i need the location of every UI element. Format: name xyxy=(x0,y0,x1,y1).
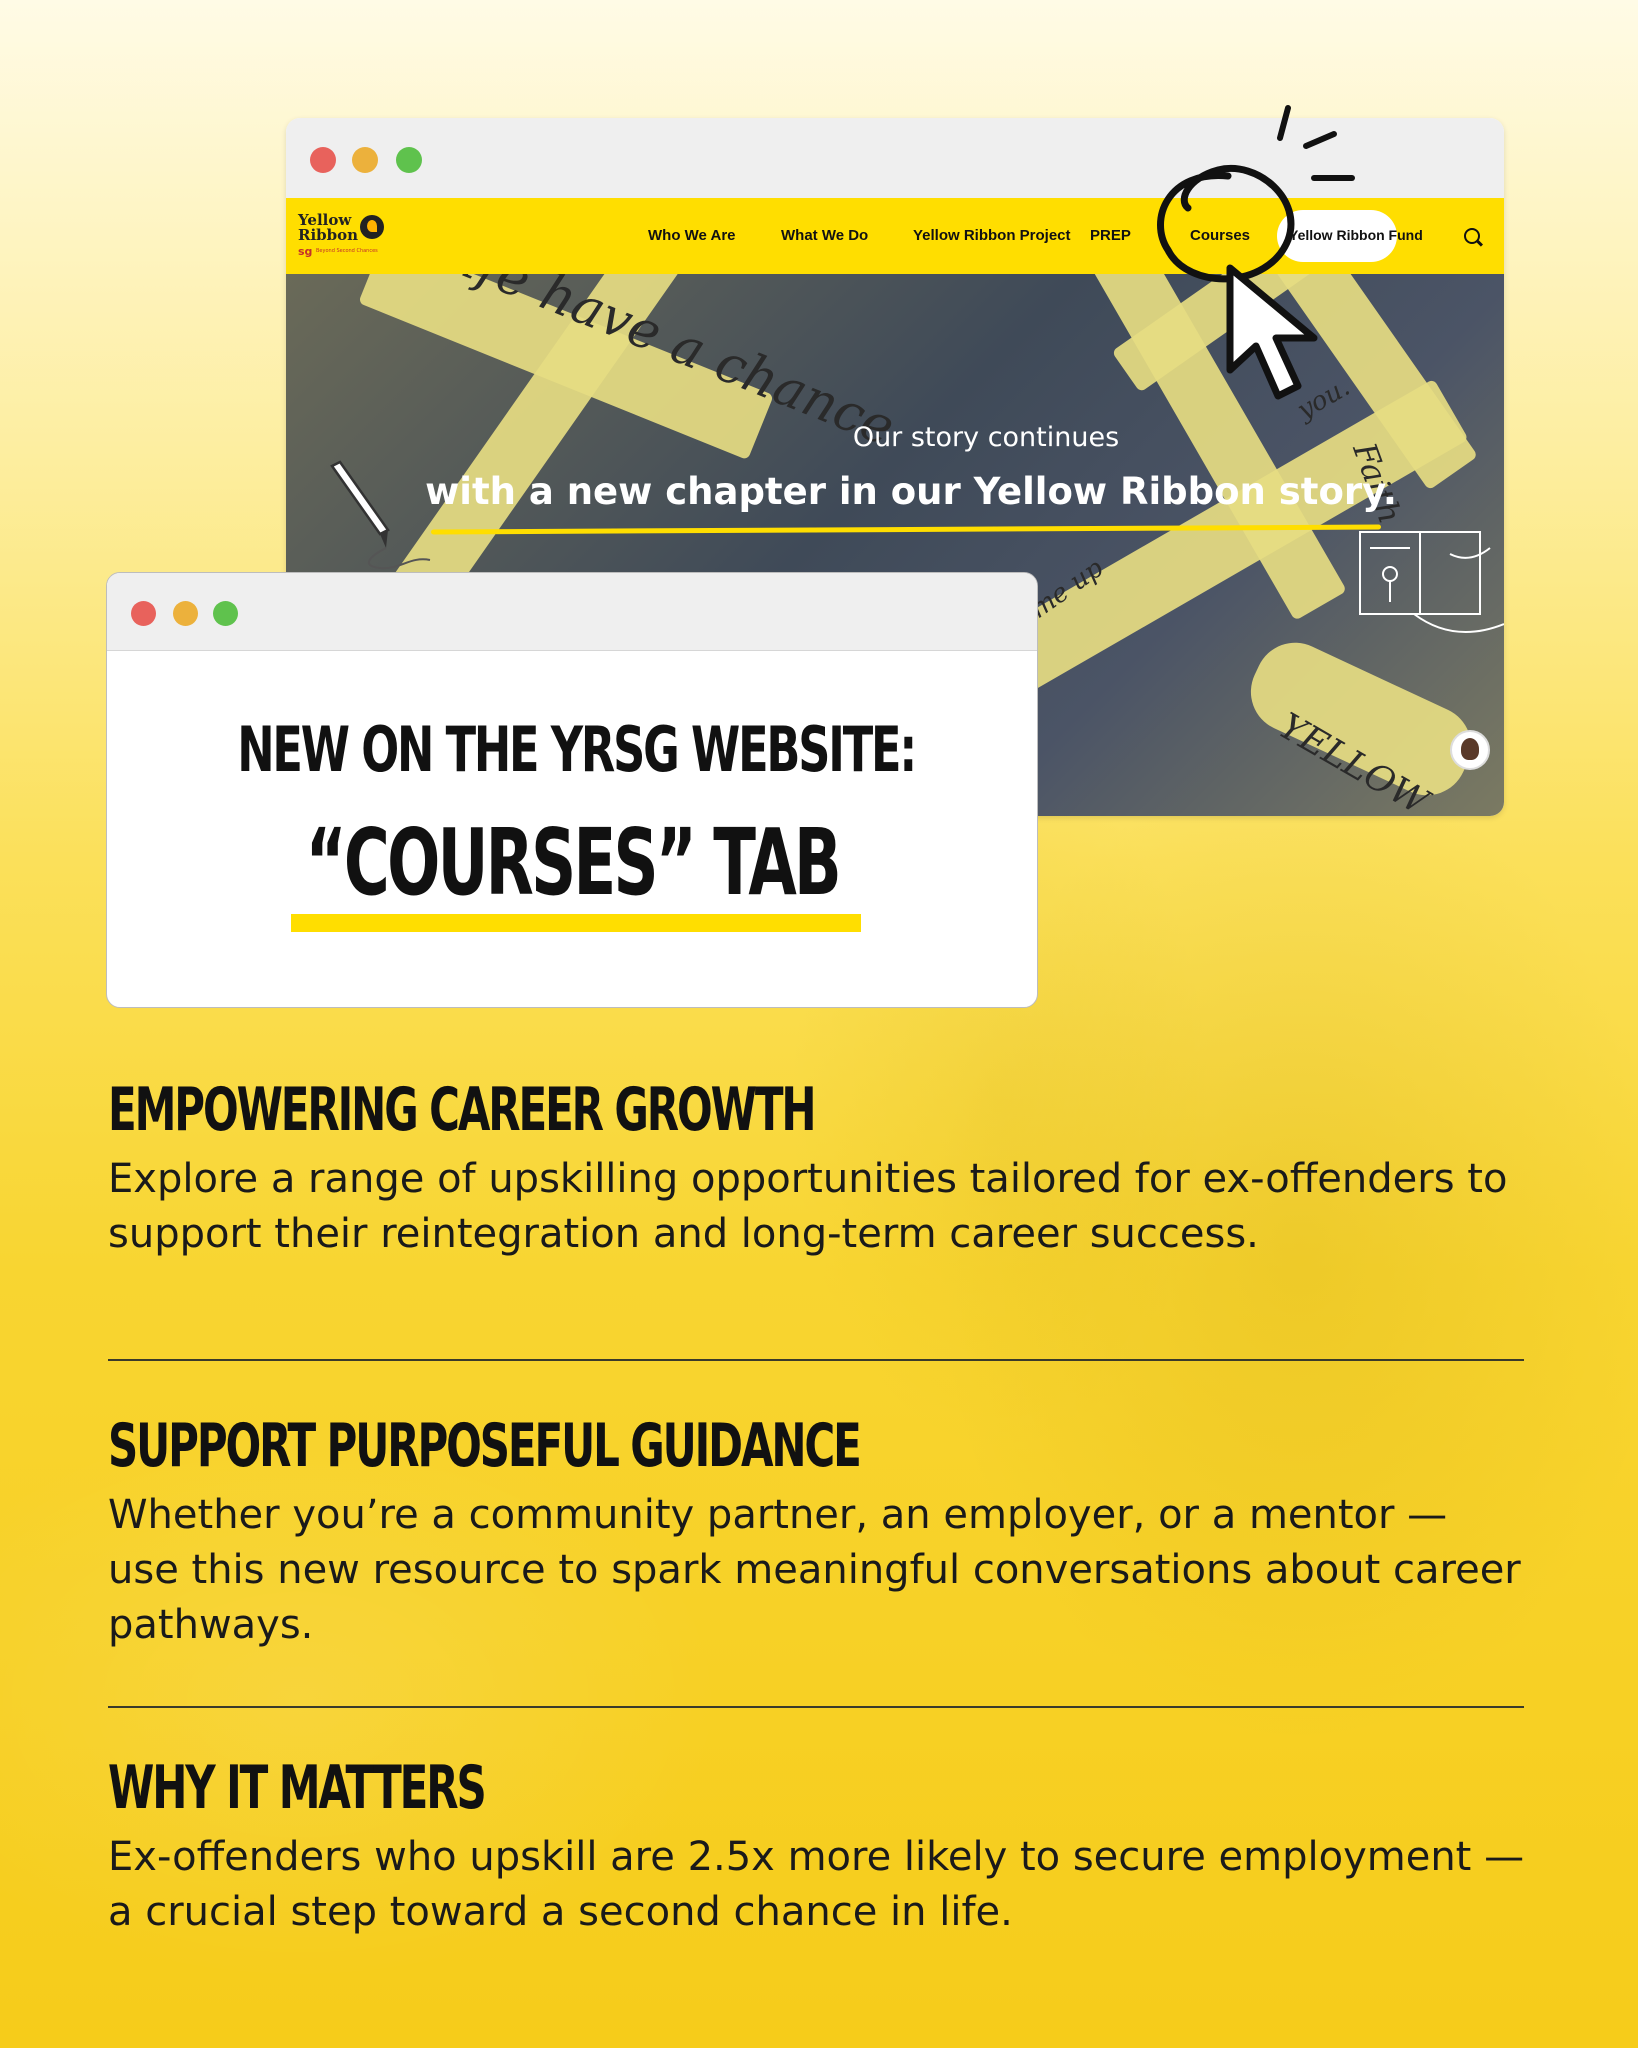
nav-courses[interactable]: Courses xyxy=(1190,227,1250,244)
announcement-heading: NEW ON THE YRSG WEBSITE: xyxy=(237,713,917,786)
nav-prep[interactable]: PREP xyxy=(1090,227,1131,244)
logo-line2: Ribbon xyxy=(298,226,359,244)
logo-wordmark: Yellow Ribbon xyxy=(298,213,358,243)
section-divider xyxy=(108,1359,1524,1361)
announcement-subheading: “COURSES” TAB xyxy=(305,809,841,916)
announcement-titlebar xyxy=(107,573,1037,651)
section-purposeful-guidance: SUPPORT PURPOSEFUL GUIDANCE Whether you’… xyxy=(108,1410,1528,1653)
logo-sg: sg xyxy=(298,245,313,258)
search-icon[interactable] xyxy=(1464,228,1480,244)
hero-headline: with a new chapter in our Yellow Ribbon … xyxy=(425,470,1397,513)
section-title: SUPPORT PURPOSEFUL GUIDANCE xyxy=(108,1411,862,1481)
section-career-growth: EMPOWERING CAREER GROWTH Explore a range… xyxy=(108,1074,1528,1262)
section-why-it-matters: WHY IT MATTERS Ex-offenders who upskill … xyxy=(108,1752,1528,1940)
maximize-window-dot[interactable] xyxy=(213,601,238,626)
section-title: WHY IT MATTERS xyxy=(108,1753,487,1823)
nav-what-we-do[interactable]: What We Do xyxy=(781,227,868,244)
nav-who-we-are[interactable]: Who We Are xyxy=(648,227,736,244)
chat-avatar-icon[interactable] xyxy=(1450,730,1490,770)
courses-tab-highlight xyxy=(291,914,861,932)
announcement-subheading-wrap: “COURSES” TAB xyxy=(107,809,1037,916)
section-divider xyxy=(108,1706,1524,1708)
minimize-window-dot[interactable] xyxy=(173,601,198,626)
fund-button-label: Yellow Ribbon Fund xyxy=(1289,227,1423,243)
ribbon-handwriting: you. xyxy=(1292,372,1356,426)
section-title: EMPOWERING CAREER GROWTH xyxy=(108,1075,817,1145)
logo-tagline: Beyond Second Chances xyxy=(316,248,378,254)
browser-titlebar xyxy=(286,118,1504,199)
section-body: Explore a range of upskilling opportunit… xyxy=(108,1156,1508,1257)
notebook-sketch-icon xyxy=(1359,531,1504,633)
ribbon-logo-icon xyxy=(360,215,384,239)
section-body: Whether you’re a community partner, an e… xyxy=(108,1492,1521,1648)
minimize-window-dot[interactable] xyxy=(352,147,378,173)
hero-subtitle: Our story continues xyxy=(852,422,1120,453)
announcement-browser-window: NEW ON THE YRSG WEBSITE: “COURSES” TAB xyxy=(106,572,1038,1008)
site-navbar: Yellow Ribbon sg Beyond Second Chances W… xyxy=(286,198,1504,274)
yellow-ribbon-fund-button[interactable]: Yellow Ribbon Fund xyxy=(1277,210,1423,262)
close-window-dot[interactable] xyxy=(131,601,156,626)
yrsg-logo[interactable]: Yellow Ribbon sg Beyond Second Chances xyxy=(298,213,398,259)
close-window-dot[interactable] xyxy=(310,147,336,173)
nav-yellow-ribbon-project[interactable]: Yellow Ribbon Project xyxy=(913,227,1071,244)
section-body: Ex-offenders who upskill are 2.5x more l… xyxy=(108,1834,1525,1935)
maximize-window-dot[interactable] xyxy=(396,147,422,173)
